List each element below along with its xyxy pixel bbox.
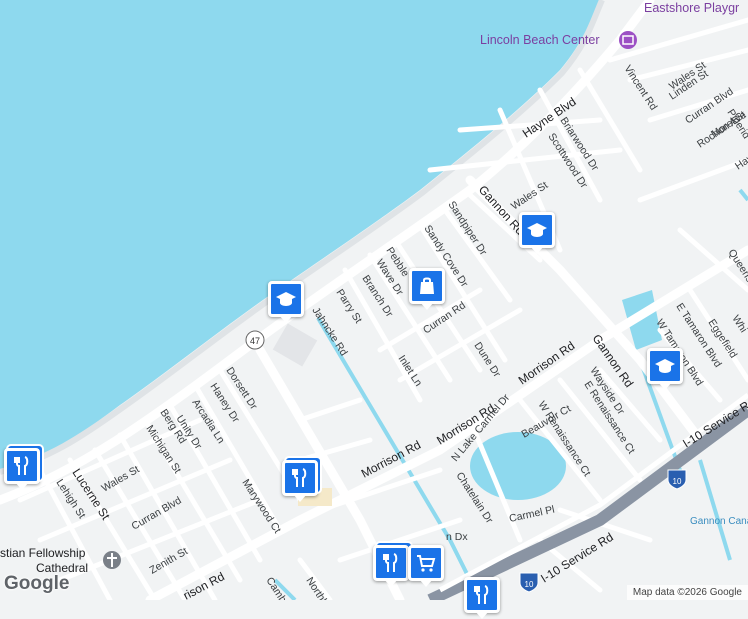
school-marker[interactable] bbox=[647, 348, 683, 390]
shopping-cart-icon bbox=[417, 555, 436, 572]
shopping-bag-icon bbox=[420, 277, 434, 294]
fork-knife-icon bbox=[383, 553, 398, 572]
school-icon bbox=[527, 223, 547, 237]
grocery-marker[interactable] bbox=[408, 545, 444, 587]
school-marker[interactable] bbox=[268, 281, 304, 323]
restaurant-marker[interactable] bbox=[4, 448, 40, 490]
fork-knife-icon bbox=[292, 468, 307, 487]
school-icon bbox=[655, 359, 675, 373]
fork-knife-icon bbox=[14, 456, 29, 475]
school-marker[interactable] bbox=[519, 212, 555, 254]
route-47-shield: 47 bbox=[245, 330, 265, 350]
google-logo: Google bbox=[4, 573, 70, 594]
church-icon bbox=[103, 551, 121, 569]
svg-text:10: 10 bbox=[525, 580, 534, 589]
poi-gannon-canal: Gannon Cana bbox=[690, 516, 748, 527]
museum-icon bbox=[619, 31, 637, 49]
map-attribution: Map data ©2026 Google bbox=[626, 585, 748, 600]
fork-knife-icon bbox=[474, 585, 489, 604]
poi-lincoln-beach[interactable]: Lincoln Beach Center bbox=[480, 33, 600, 47]
poi-eastshore[interactable]: Eastshore Playgr bbox=[644, 1, 739, 15]
restaurant-marker[interactable] bbox=[373, 545, 409, 587]
restaurant-marker[interactable] bbox=[464, 577, 500, 619]
restaurant-marker[interactable] bbox=[282, 460, 318, 502]
map-canvas[interactable]: 47 10 10 Lincoln Beach Center Eastshore … bbox=[0, 0, 748, 600]
school-icon bbox=[276, 292, 296, 306]
label-dx: n Dx bbox=[446, 531, 468, 543]
shopping-marker[interactable] bbox=[409, 268, 445, 310]
svg-text:47: 47 bbox=[250, 336, 260, 346]
svg-text:10: 10 bbox=[673, 477, 682, 486]
poi-cathedral-line1[interactable]: stian Fellowship bbox=[0, 546, 86, 560]
